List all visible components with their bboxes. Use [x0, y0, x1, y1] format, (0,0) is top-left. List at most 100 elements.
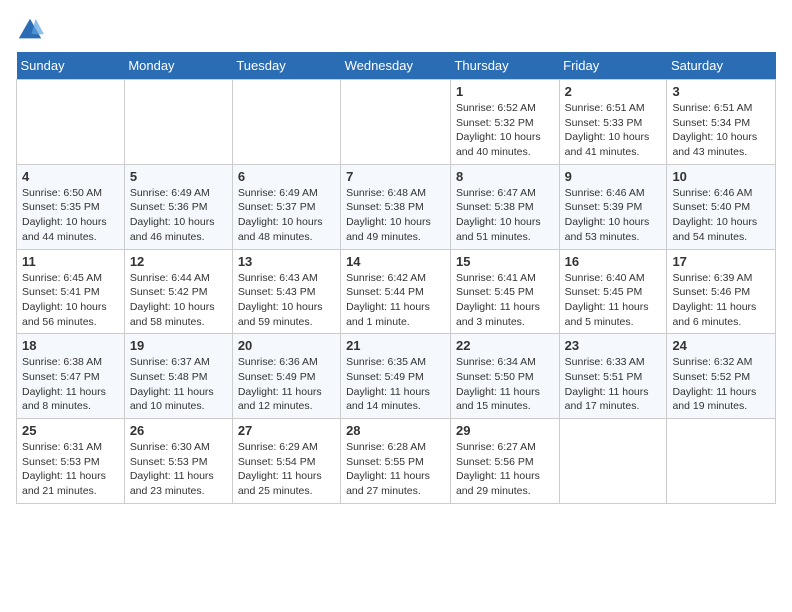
day-number: 14 [346, 254, 445, 269]
day-info: Sunrise: 6:29 AM Sunset: 5:54 PM Dayligh… [238, 440, 335, 499]
day-header-tuesday: Tuesday [232, 52, 340, 80]
calendar-cell: 4 Sunrise: 6:50 AM Sunset: 5:35 PM Daylig… [17, 164, 125, 249]
calendar-cell: 19Sunrise: 6:37 AM Sunset: 5:48 PM Dayli… [124, 334, 232, 419]
day-info: Sunrise: 6:51 AM Sunset: 5:33 PM Dayligh… [565, 101, 662, 160]
day-number: 23 [565, 338, 662, 353]
day-number: 2 [565, 84, 662, 99]
calendar-cell: 27 Sunrise: 6:29 AM Sunset: 5:54 PM Dayli… [232, 419, 340, 504]
week-row-4: 25 Sunrise: 6:31 AM Sunset: 5:53 PM Dayli… [17, 419, 776, 504]
day-info: Sunrise: 6:38 AM Sunset: 5:47 PM Dayligh… [22, 355, 119, 414]
calendar-cell [341, 80, 451, 165]
day-info: Sunrise: 6:52 AM Sunset: 5:32 PM Dayligh… [456, 101, 554, 160]
day-info: Sunrise: 6:51 AM Sunset: 5:34 PM Dayligh… [672, 101, 770, 160]
calendar-cell: 14 Sunrise: 6:42 AM Sunset: 5:44 PM Dayli… [341, 249, 451, 334]
day-info: Sunrise: 6:49 AM Sunset: 5:36 PM Dayligh… [130, 186, 227, 245]
day-info: Sunrise: 6:49 AM Sunset: 5:37 PM Dayligh… [238, 186, 335, 245]
day-info: Sunrise: 6:35 AM Sunset: 5:49 PM Dayligh… [346, 355, 445, 414]
day-info: Sunrise: 6:36 AM Sunset: 5:49 PM Dayligh… [238, 355, 335, 414]
day-number: 8 [456, 169, 554, 184]
calendar-cell: 17 Sunrise: 6:39 AM Sunset: 5:46 PM Dayli… [667, 249, 776, 334]
calendar-cell: 16 Sunrise: 6:40 AM Sunset: 5:45 PM Dayli… [559, 249, 667, 334]
calendar-table: SundayMondayTuesdayWednesdayThursdayFrid… [16, 52, 776, 504]
day-info: Sunrise: 6:34 AM Sunset: 5:50 PM Dayligh… [456, 355, 554, 414]
day-number: 21 [346, 338, 445, 353]
day-header-monday: Monday [124, 52, 232, 80]
day-info: Sunrise: 6:31 AM Sunset: 5:53 PM Dayligh… [22, 440, 119, 499]
calendar-cell: 28 Sunrise: 6:28 AM Sunset: 5:55 PM Dayli… [341, 419, 451, 504]
day-number: 25 [22, 423, 119, 438]
day-info: Sunrise: 6:47 AM Sunset: 5:38 PM Dayligh… [456, 186, 554, 245]
day-number: 5 [130, 169, 227, 184]
day-number: 10 [672, 169, 770, 184]
day-number: 12 [130, 254, 227, 269]
day-header-sunday: Sunday [17, 52, 125, 80]
calendar-cell: 25 Sunrise: 6:31 AM Sunset: 5:53 PM Dayli… [17, 419, 125, 504]
day-number: 15 [456, 254, 554, 269]
header [16, 16, 776, 44]
day-number: 27 [238, 423, 335, 438]
day-info: Sunrise: 6:37 AM Sunset: 5:48 PM Dayligh… [130, 355, 227, 414]
calendar-cell: 22Sunrise: 6:34 AM Sunset: 5:50 PM Dayli… [450, 334, 559, 419]
calendar-cell: 21 Sunrise: 6:35 AM Sunset: 5:49 PM Dayli… [341, 334, 451, 419]
day-info: Sunrise: 6:50 AM Sunset: 5:35 PM Dayligh… [22, 186, 119, 245]
day-number: 28 [346, 423, 445, 438]
calendar-cell: 5 Sunrise: 6:49 AM Sunset: 5:36 PM Daylig… [124, 164, 232, 249]
calendar-cell: 1 Sunrise: 6:52 AM Sunset: 5:32 PM Daylig… [450, 80, 559, 165]
calendar-cell: 24 Sunrise: 6:32 AM Sunset: 5:52 PM Dayli… [667, 334, 776, 419]
day-info: Sunrise: 6:40 AM Sunset: 5:45 PM Dayligh… [565, 271, 662, 330]
day-info: Sunrise: 6:46 AM Sunset: 5:40 PM Dayligh… [672, 186, 770, 245]
calendar-cell [124, 80, 232, 165]
day-number: 11 [22, 254, 119, 269]
day-number: 4 [22, 169, 119, 184]
header-row: SundayMondayTuesdayWednesdayThursdayFrid… [17, 52, 776, 80]
day-number: 17 [672, 254, 770, 269]
day-number: 13 [238, 254, 335, 269]
calendar-cell [17, 80, 125, 165]
day-info: Sunrise: 6:42 AM Sunset: 5:44 PM Dayligh… [346, 271, 445, 330]
calendar-cell: 7 Sunrise: 6:48 AM Sunset: 5:38 PM Daylig… [341, 164, 451, 249]
week-row-0: 1 Sunrise: 6:52 AM Sunset: 5:32 PM Daylig… [17, 80, 776, 165]
calendar-cell: 29 Sunrise: 6:27 AM Sunset: 5:56 PM Dayli… [450, 419, 559, 504]
day-info: Sunrise: 6:44 AM Sunset: 5:42 PM Dayligh… [130, 271, 227, 330]
day-number: 3 [672, 84, 770, 99]
day-info: Sunrise: 6:48 AM Sunset: 5:38 PM Dayligh… [346, 186, 445, 245]
day-info: Sunrise: 6:39 AM Sunset: 5:46 PM Dayligh… [672, 271, 770, 330]
calendar-cell [667, 419, 776, 504]
calendar-cell: 18Sunrise: 6:38 AM Sunset: 5:47 PM Dayli… [17, 334, 125, 419]
week-row-3: 18Sunrise: 6:38 AM Sunset: 5:47 PM Dayli… [17, 334, 776, 419]
calendar-cell: 13Sunrise: 6:43 AM Sunset: 5:43 PM Dayli… [232, 249, 340, 334]
day-number: 6 [238, 169, 335, 184]
day-number: 16 [565, 254, 662, 269]
day-number: 9 [565, 169, 662, 184]
calendar-cell: 15 Sunrise: 6:41 AM Sunset: 5:45 PM Dayli… [450, 249, 559, 334]
day-info: Sunrise: 6:28 AM Sunset: 5:55 PM Dayligh… [346, 440, 445, 499]
calendar-cell: 12 Sunrise: 6:44 AM Sunset: 5:42 PM Dayli… [124, 249, 232, 334]
day-number: 24 [672, 338, 770, 353]
logo-icon [16, 16, 44, 44]
week-row-1: 4 Sunrise: 6:50 AM Sunset: 5:35 PM Daylig… [17, 164, 776, 249]
calendar-cell: 3 Sunrise: 6:51 AM Sunset: 5:34 PM Daylig… [667, 80, 776, 165]
calendar-cell: 11 Sunrise: 6:45 AM Sunset: 5:41 PM Dayli… [17, 249, 125, 334]
week-row-2: 11 Sunrise: 6:45 AM Sunset: 5:41 PM Dayli… [17, 249, 776, 334]
calendar-cell: 8 Sunrise: 6:47 AM Sunset: 5:38 PM Daylig… [450, 164, 559, 249]
day-header-friday: Friday [559, 52, 667, 80]
day-info: Sunrise: 6:41 AM Sunset: 5:45 PM Dayligh… [456, 271, 554, 330]
day-header-thursday: Thursday [450, 52, 559, 80]
day-header-wednesday: Wednesday [341, 52, 451, 80]
day-info: Sunrise: 6:46 AM Sunset: 5:39 PM Dayligh… [565, 186, 662, 245]
calendar-cell [559, 419, 667, 504]
logo [16, 16, 48, 44]
day-number: 1 [456, 84, 554, 99]
day-number: 29 [456, 423, 554, 438]
calendar-cell: 23 Sunrise: 6:33 AM Sunset: 5:51 PM Dayli… [559, 334, 667, 419]
calendar-cell: 6 Sunrise: 6:49 AM Sunset: 5:37 PM Daylig… [232, 164, 340, 249]
calendar-cell: 2 Sunrise: 6:51 AM Sunset: 5:33 PM Daylig… [559, 80, 667, 165]
day-info: Sunrise: 6:45 AM Sunset: 5:41 PM Dayligh… [22, 271, 119, 330]
day-number: 7 [346, 169, 445, 184]
day-info: Sunrise: 6:32 AM Sunset: 5:52 PM Dayligh… [672, 355, 770, 414]
day-info: Sunrise: 6:30 AM Sunset: 5:53 PM Dayligh… [130, 440, 227, 499]
calendar-cell [232, 80, 340, 165]
calendar-cell: 9 Sunrise: 6:46 AM Sunset: 5:39 PM Daylig… [559, 164, 667, 249]
day-info: Sunrise: 6:27 AM Sunset: 5:56 PM Dayligh… [456, 440, 554, 499]
day-info: Sunrise: 6:33 AM Sunset: 5:51 PM Dayligh… [565, 355, 662, 414]
